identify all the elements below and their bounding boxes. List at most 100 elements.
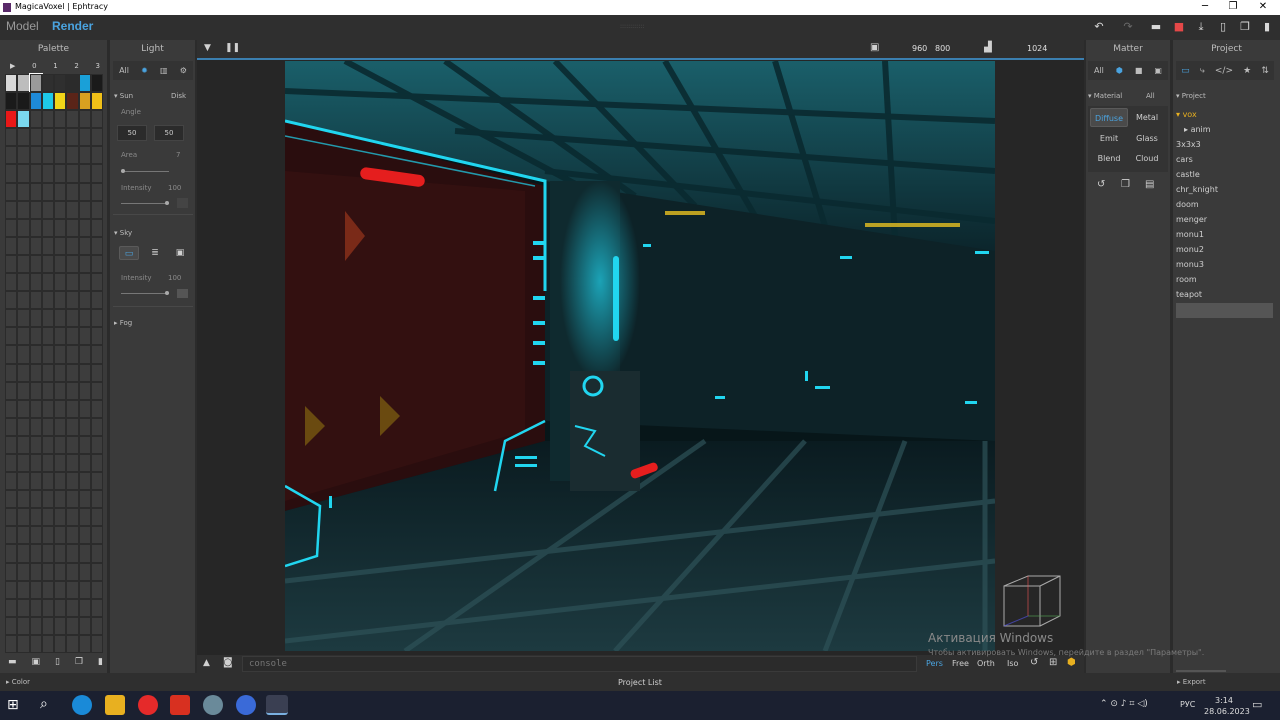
palette-swatch[interactable] xyxy=(41,634,55,653)
palette-swatch[interactable] xyxy=(29,562,42,581)
palette-swatch[interactable] xyxy=(78,164,92,183)
palette-swatch[interactable] xyxy=(29,146,42,165)
palette-swatch[interactable] xyxy=(54,453,67,473)
palette-swatch[interactable] xyxy=(78,291,92,310)
palette-swatch[interactable] xyxy=(29,435,42,454)
palette-swatch[interactable] xyxy=(91,417,104,436)
palette-swatch[interactable] xyxy=(54,236,67,255)
view-cube-gizmo[interactable] xyxy=(1000,572,1064,634)
palette-swatch[interactable] xyxy=(5,580,18,599)
material-section-toggle[interactable]: ▾ Material xyxy=(1088,92,1122,100)
cube-icon[interactable]: ⬢ xyxy=(1067,657,1076,668)
palette-swatch[interactable] xyxy=(29,598,42,617)
layout-icon[interactable]: ⊞ xyxy=(1049,657,1057,668)
palette-swatch[interactable] xyxy=(78,146,92,165)
material-all[interactable]: All xyxy=(1146,92,1155,100)
palette-swatch[interactable] xyxy=(66,526,79,545)
palette-swatch[interactable] xyxy=(54,544,67,563)
palette-swatch[interactable] xyxy=(66,273,79,292)
project-scrollbar[interactable] xyxy=(1176,670,1226,672)
camera-mode-orth[interactable]: Orth xyxy=(977,659,995,668)
palette-swatch[interactable] xyxy=(91,526,104,545)
palette-play-icon[interactable]: ▶ xyxy=(10,62,15,70)
palette-swatch[interactable] xyxy=(78,544,92,563)
palette-swatch[interactable] xyxy=(78,435,92,454)
resolution-width[interactable]: 960 xyxy=(912,44,927,53)
palette-swatch[interactable] xyxy=(17,146,30,165)
new-file-icon[interactable]: ▯ xyxy=(1216,20,1230,34)
palette-swatch[interactable] xyxy=(29,453,42,473)
pause-icon[interactable]: ❚❚ xyxy=(225,43,240,53)
samples-chart-icon[interactable]: ▟ xyxy=(984,42,992,53)
palette-swatch[interactable] xyxy=(91,291,104,310)
palette-swatch[interactable] xyxy=(41,110,55,129)
sky-uniform-icon[interactable]: ▭ xyxy=(119,246,139,260)
palette-swatch[interactable] xyxy=(29,490,42,509)
palette-swatch[interactable] xyxy=(91,273,104,292)
palette-grid[interactable] xyxy=(5,72,104,654)
palette-swatch[interactable] xyxy=(78,490,92,509)
area-slider-knob[interactable] xyxy=(121,169,125,173)
material-emit[interactable]: Emit xyxy=(1090,129,1128,148)
palette-swatch[interactable] xyxy=(78,417,92,436)
palette-swatch[interactable] xyxy=(66,345,79,364)
palette-swatch[interactable] xyxy=(91,508,104,527)
palette-swatch[interactable] xyxy=(29,399,42,418)
palette-swatch[interactable] xyxy=(5,616,18,635)
palette-swatch[interactable] xyxy=(29,580,42,599)
minimize-button[interactable]: ─ xyxy=(1190,1,1220,12)
palette-swatch[interactable] xyxy=(41,200,55,219)
palette-swatch[interactable] xyxy=(66,399,79,418)
palette-swatch[interactable] xyxy=(54,218,67,237)
palette-swatch[interactable] xyxy=(54,254,67,274)
palette-swatch[interactable] xyxy=(41,490,55,509)
palette-swatch[interactable] xyxy=(17,381,30,400)
palette-swatch[interactable] xyxy=(5,472,18,491)
palette-swatch[interactable] xyxy=(54,580,67,599)
palette-swatch[interactable] xyxy=(5,363,18,382)
palette-swatch[interactable] xyxy=(41,580,55,599)
palette-swatch[interactable] xyxy=(17,254,30,274)
palette-swatch[interactable] xyxy=(91,128,104,147)
sun-intensity-value[interactable]: 100 xyxy=(168,184,181,192)
sky-image-icon[interactable]: ▣ xyxy=(170,246,190,260)
sky-gradient-icon[interactable]: ≣ xyxy=(145,246,165,260)
palette-swatch[interactable] xyxy=(91,598,104,617)
palette-swatch[interactable] xyxy=(66,182,79,201)
palette-swatch[interactable] xyxy=(54,74,67,93)
resolution-height[interactable]: 800 xyxy=(935,44,950,53)
palette-swatch[interactable] xyxy=(66,562,79,581)
palette-swatch[interactable] xyxy=(78,273,92,292)
palette-swatch[interactable] xyxy=(66,417,79,436)
palette-swatch[interactable] xyxy=(41,472,55,491)
palette-swatch[interactable] xyxy=(5,291,18,310)
palette-swatch[interactable] xyxy=(41,544,55,563)
new-icon[interactable]: ▯ xyxy=(55,657,60,667)
palette-swatch[interactable] xyxy=(54,200,67,219)
project-item[interactable]: cars xyxy=(1176,152,1273,167)
palette-swatch[interactable] xyxy=(91,218,104,237)
palette-swatch[interactable] xyxy=(41,327,55,346)
palette-swatch[interactable] xyxy=(66,544,79,563)
palette-swatch[interactable] xyxy=(91,490,104,509)
palette-swatch[interactable] xyxy=(29,236,42,255)
palette-swatch[interactable] xyxy=(78,92,92,111)
palette-swatch[interactable] xyxy=(54,128,67,147)
palette-swatch[interactable] xyxy=(5,490,18,509)
palette-swatch[interactable] xyxy=(54,381,67,400)
save-icon[interactable]: ▣ xyxy=(32,657,41,667)
palette-swatch[interactable] xyxy=(5,309,18,328)
palette-swatch[interactable] xyxy=(91,472,104,491)
palette-swatch[interactable] xyxy=(5,399,18,418)
reset-icon[interactable]: ↺ xyxy=(1097,179,1105,190)
palette-swatch[interactable] xyxy=(5,453,18,473)
palette-swatch[interactable] xyxy=(91,309,104,328)
palette-swatch[interactable] xyxy=(78,254,92,274)
palette-swatch[interactable] xyxy=(91,453,104,473)
palette-swatch[interactable] xyxy=(17,110,30,129)
palette-swatch[interactable] xyxy=(29,110,42,129)
export-section-toggle[interactable]: ▸ Export xyxy=(1177,678,1206,686)
project-item[interactable]: doom xyxy=(1176,197,1273,212)
sky-color-swatch[interactable] xyxy=(177,289,188,298)
palette-swatch[interactable] xyxy=(41,273,55,292)
